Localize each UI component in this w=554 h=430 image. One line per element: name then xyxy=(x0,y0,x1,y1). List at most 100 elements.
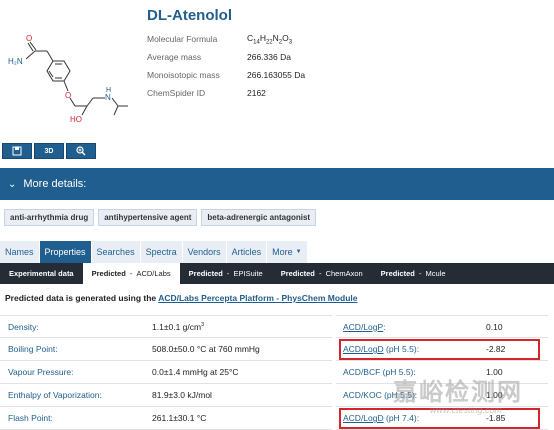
subtab-source: ACD/Labs xyxy=(136,269,171,278)
subtab-source: ChemAxon xyxy=(325,269,363,278)
property-value: 81.9±3.0 kJ/mol xyxy=(152,390,212,400)
property-row: Monoisotopic mass 266.163055 Da xyxy=(147,66,305,84)
zoom-icon xyxy=(76,146,86,156)
heading-prefix: Predicted data is generated using the xyxy=(5,293,159,303)
table-row: ACD/LogD (pH 5.5): -2.82 xyxy=(336,338,548,361)
formula-subscript: 3 xyxy=(288,39,293,46)
subtab-predicted-acdlabs[interactable]: Predicted - ACD/Labs xyxy=(82,263,180,284)
subtab-label: Predicted xyxy=(188,269,223,278)
tab-names[interactable]: Names xyxy=(0,241,40,263)
acd-koc-label: ACD/KOC xyxy=(343,390,382,400)
nh-hydrogen-label: H xyxy=(106,87,111,94)
formula-subscript: 14 xyxy=(253,39,260,46)
category-tags: anti-arrhythmia drug antihypertensive ag… xyxy=(4,209,317,226)
property-label: Monoisotopic mass xyxy=(147,70,220,80)
acd-logd-link[interactable]: ACD/LogD xyxy=(343,344,384,354)
property-name[interactable]: Boiling Point: xyxy=(0,344,152,354)
tab-vendors[interactable]: Vendors xyxy=(182,241,227,263)
ether-oxygen-label: O xyxy=(65,91,71,100)
subtab-separator: - xyxy=(224,269,232,278)
table-row: Density: 1.1±0.1 g/cm3 xyxy=(0,315,332,338)
tag-link[interactable]: anti-arrhythmia drug xyxy=(4,209,95,226)
compound-title: DL-Atenolol xyxy=(147,7,232,24)
subtab-label: Predicted xyxy=(280,269,315,278)
oxygen-label: O xyxy=(26,34,32,43)
tab-more[interactable]: More ▼ xyxy=(267,241,308,263)
molecule-structure-drawing: O H₂N O HO N H xyxy=(8,34,128,124)
table-row: ACD/LogP: 0.10 xyxy=(336,315,548,338)
watermark-url: www.ctesting.com xyxy=(430,405,503,415)
property-label: Average mass xyxy=(147,52,202,62)
property-value: -2.82 xyxy=(486,344,506,354)
property-row: Molecular Formula C14H22N2O3 xyxy=(147,30,305,48)
average-mass-value: 266.336 Da xyxy=(247,52,291,62)
property-name[interactable]: Flash Point: xyxy=(0,413,152,423)
main-tabs: Names Properties Searches Spectra Vendor… xyxy=(0,241,308,263)
tab-spectra[interactable]: Spectra xyxy=(140,241,183,263)
tag-link[interactable]: beta-adrenergic antagonist xyxy=(201,209,317,226)
chevron-down-icon: ⌄ xyxy=(8,178,17,190)
property-row: Average mass 266.336 Da xyxy=(147,48,305,66)
property-suffix: (pH 5.5): xyxy=(383,344,420,354)
property-suffix: : xyxy=(383,321,386,332)
tag-link[interactable]: antihypertensive agent xyxy=(98,209,198,226)
property-name[interactable]: Vapour Pressure: xyxy=(0,367,152,377)
property-value: 1.1±0.1 g/cm3 xyxy=(152,322,204,332)
caret-down-icon: ▼ xyxy=(295,249,302,255)
formula-element: O xyxy=(282,32,289,43)
subtab-source: EPISuite xyxy=(233,269,263,278)
subtab-predicted-episuite[interactable]: Predicted - EPISuite xyxy=(180,263,272,284)
amine-label: H₂N xyxy=(8,57,23,66)
nitrogen-label: N xyxy=(105,93,111,102)
physchem-table-left: Density: 1.1±0.1 g/cm3 Boiling Point: 50… xyxy=(0,315,332,430)
formula-subscript: 22 xyxy=(265,39,273,46)
monoisotopic-mass-value: 266.163055 Da xyxy=(247,70,306,80)
structure-toolbar: 3D xyxy=(2,143,96,159)
subtab-separator: - xyxy=(316,269,324,278)
property-name[interactable]: Enthalpy of Vaporization: xyxy=(0,390,152,400)
property-value-text: 1.1±0.1 g/cm xyxy=(152,321,202,332)
molecular-formula-value: C14H22N2O3 xyxy=(247,33,292,46)
percepta-platform-link[interactable]: ACD/Labs Percepta Platform - PhysChem Mo… xyxy=(158,293,357,303)
chemspider-id-value: 2162 xyxy=(247,88,266,98)
table-row: Flash Point: 261.1±30.1 °C xyxy=(0,407,332,430)
subtab-predicted-chemaxon[interactable]: Predicted - ChemAxon xyxy=(272,263,372,284)
subtab-label: Predicted xyxy=(91,269,126,278)
property-value: 0.0±1.4 mmHg at 25°C xyxy=(152,367,239,377)
property-value: 508.0±50.0 °C at 760 mmHg xyxy=(152,344,260,354)
save-icon xyxy=(12,146,22,156)
property-value: 261.1±30.1 °C xyxy=(152,413,207,423)
acd-logp-link[interactable]: ACD/LogP xyxy=(343,322,383,332)
save-structure-button[interactable] xyxy=(2,143,32,159)
predicted-data-heading: Predicted data is generated using the AC… xyxy=(5,293,358,303)
table-row: Vapour Pressure: 0.0±1.4 mmHg at 25°C xyxy=(0,361,332,384)
more-details-label: More details: xyxy=(23,178,87,190)
tab-more-label: More xyxy=(272,247,293,257)
molecule-structure-image[interactable]: O H₂N O HO N H xyxy=(0,3,136,141)
property-name: ACD/LogP: xyxy=(336,322,486,332)
subtab-separator: - xyxy=(127,269,135,278)
compound-properties: Molecular Formula C14H22N2O3 Average mas… xyxy=(147,30,305,102)
zoom-structure-button[interactable] xyxy=(66,143,96,159)
watermark-text: 嘉峪检测网 xyxy=(393,379,523,406)
property-name: ACD/LogD (pH 5.5): xyxy=(336,344,486,354)
more-details-toggle[interactable]: ⌄ More details: xyxy=(0,168,554,200)
acd-bcf-label: ACD/BCF xyxy=(343,367,381,377)
property-source-tabs: Experimental data Predicted - ACD/Labs P… xyxy=(0,263,554,284)
tab-articles[interactable]: Articles xyxy=(226,241,268,263)
subtab-label: Predicted xyxy=(380,269,415,278)
subtab-experimental[interactable]: Experimental data xyxy=(0,263,83,284)
subtab-separator: - xyxy=(416,269,424,278)
property-name[interactable]: Density: xyxy=(0,322,152,332)
subtab-predicted-mcule[interactable]: Predicted - Mcule xyxy=(372,263,455,284)
property-label: ChemSpider ID xyxy=(147,88,206,98)
table-row: Enthalpy of Vaporization: 81.9±3.0 kJ/mo… xyxy=(0,384,332,407)
view-3d-button[interactable]: 3D xyxy=(34,143,64,159)
compound-header: O H₂N O HO N H 3D DL-Atenolol Molecular … xyxy=(0,0,554,165)
acd-logd-link[interactable]: ACD/LogD xyxy=(343,413,384,423)
tab-properties[interactable]: Properties xyxy=(39,241,92,263)
subtab-label: Experimental data xyxy=(9,269,74,278)
unit-superscript: 3 xyxy=(201,321,205,328)
property-value: 0.10 xyxy=(486,321,503,332)
tab-searches[interactable]: Searches xyxy=(91,241,141,263)
